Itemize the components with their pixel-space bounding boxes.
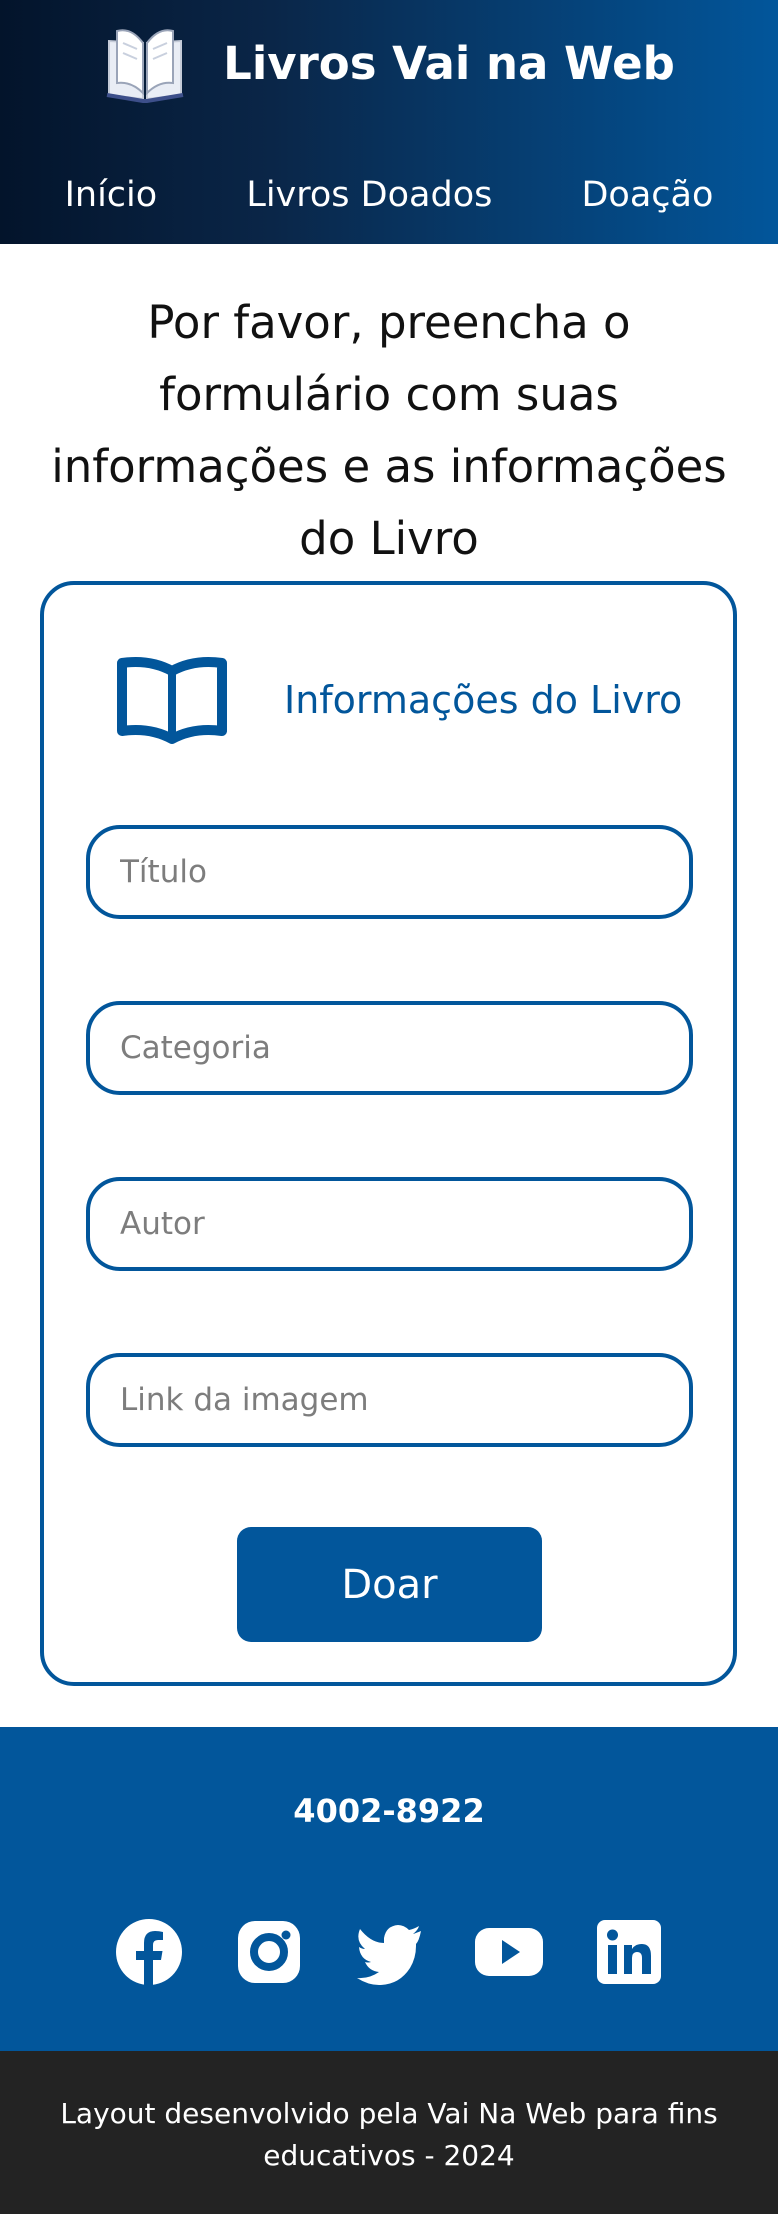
title-input[interactable] — [86, 825, 693, 919]
social-links — [0, 1912, 778, 1992]
twitter-icon[interactable] — [355, 1918, 423, 1986]
nav-livros-doados[interactable]: Livros Doados — [246, 175, 492, 215]
credits-bar: Layout desenvolvido pela Vai Na Web para… — [0, 2051, 778, 2214]
site-footer: 4002-8922 — [0, 1727, 778, 2051]
image-link-input[interactable] — [86, 1353, 693, 1447]
author-input[interactable] — [86, 1177, 693, 1271]
form-title: Informações do Livro — [284, 678, 683, 722]
linkedin-icon[interactable] — [595, 1918, 663, 1986]
main-nav: Início Livros Doados Doação — [0, 165, 778, 225]
intro-text: Por favor, preencha o formulário com sua… — [51, 296, 727, 565]
category-input[interactable] — [86, 1001, 693, 1095]
youtube-icon[interactable] — [475, 1918, 543, 1986]
phone-number: 4002-8922 — [293, 1792, 485, 1830]
credit-text: Layout desenvolvido pela Vai Na Web para… — [60, 2097, 718, 2172]
nav-doacao[interactable]: Doação — [581, 175, 713, 215]
open-book-icon — [106, 29, 184, 103]
book-icon — [117, 657, 227, 744]
site-header: Livros Vai na Web Início Livros Doados D… — [0, 0, 778, 244]
nav-inicio[interactable]: Início — [65, 175, 158, 215]
facebook-icon[interactable] — [115, 1918, 183, 1986]
site-title: Livros Vai na Web — [223, 36, 675, 90]
donate-button[interactable]: Doar — [237, 1527, 542, 1642]
book-form-card: Informações do Livro Doar — [40, 581, 737, 1686]
form-heading: Informações do Livro — [114, 645, 714, 755]
instagram-icon[interactable] — [235, 1918, 303, 1986]
brand: Livros Vai na Web — [0, 18, 778, 108]
